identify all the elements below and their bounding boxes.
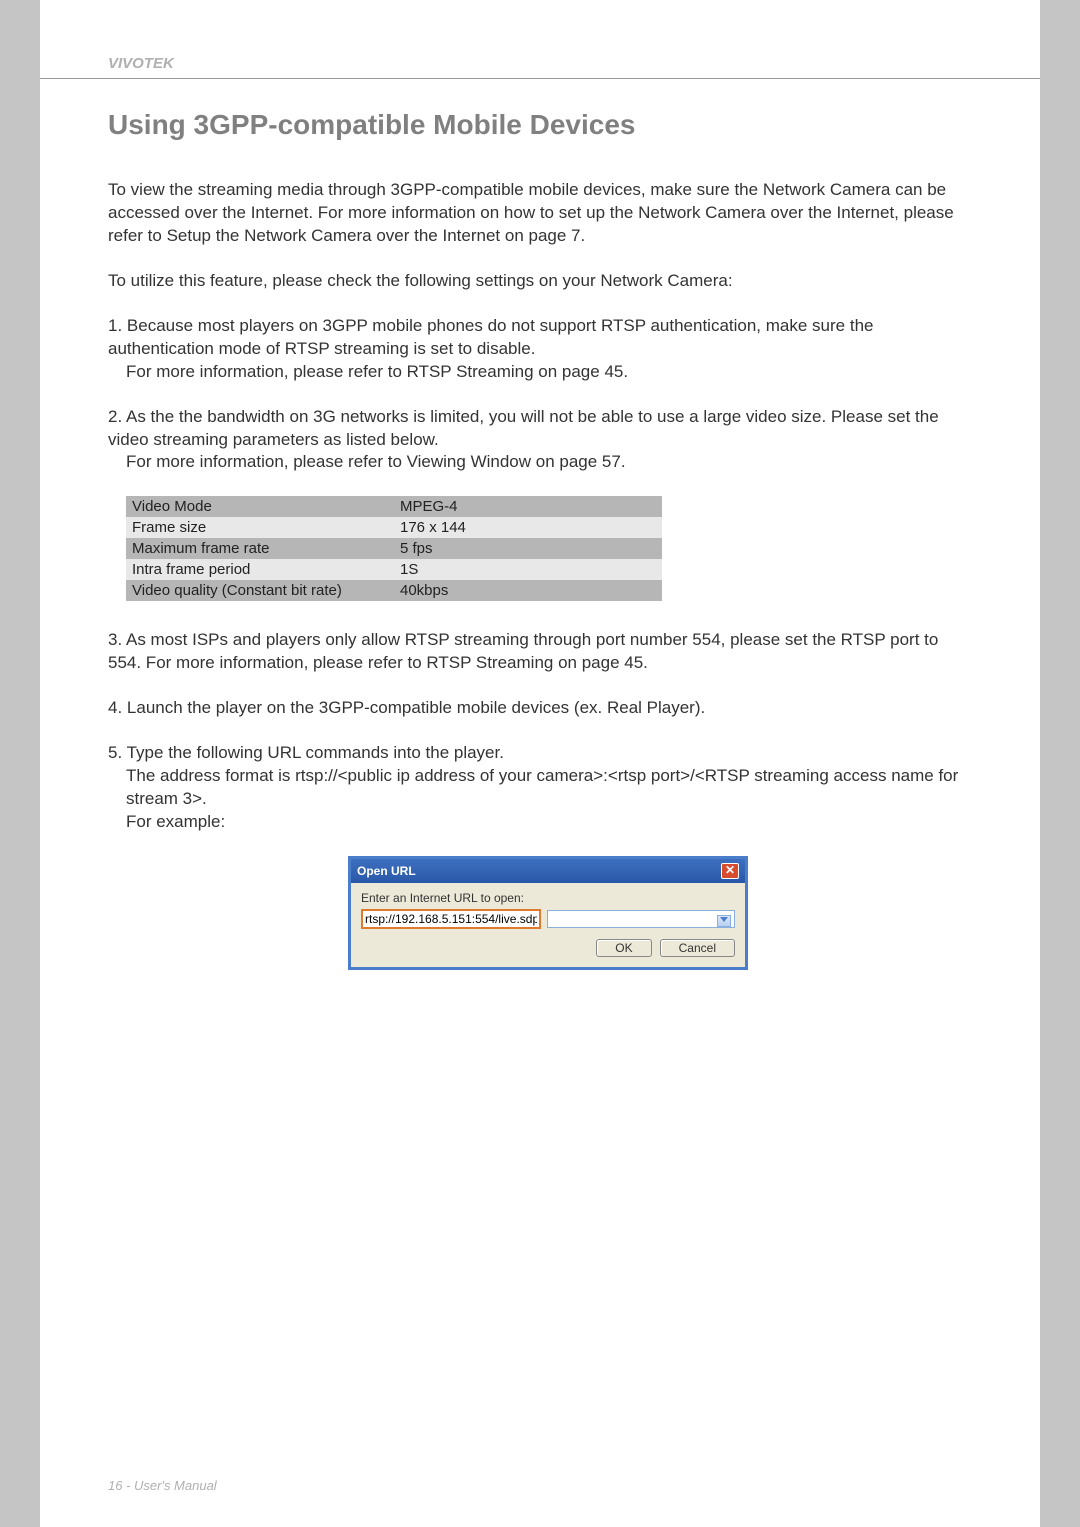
setting-value: MPEG-4: [394, 496, 662, 517]
setting-key: Intra frame period: [126, 559, 394, 580]
cancel-button[interactable]: Cancel: [660, 939, 735, 957]
step-note: For more information, please refer to RT…: [108, 361, 972, 384]
open-url-dialog: Open URL ✕ Enter an Internet URL to open…: [348, 856, 748, 970]
dialog-titlebar: Open URL ✕: [351, 859, 745, 883]
step-note: For more information, please refer to Vi…: [108, 451, 972, 474]
dialog-body: Enter an Internet URL to open: OK Cancel: [351, 883, 745, 967]
lead-paragraph: To utilize this feature, please check th…: [108, 270, 972, 293]
step-number: 1.: [108, 316, 122, 335]
step-2: 2. As the the bandwidth on 3G networks i…: [108, 406, 972, 475]
table-row: Frame size 176 x 144: [126, 517, 662, 538]
step-1: 1. Because most players on 3GPP mobile p…: [108, 315, 972, 384]
step-text-3: For example:: [108, 811, 972, 834]
page-footer: 16 - User's Manual: [108, 1478, 217, 1493]
step-text-2: The address format is rtsp://<public ip …: [108, 765, 972, 811]
step-number: 4.: [108, 698, 122, 717]
step-4: 4. Launch the player on the 3GPP-compati…: [108, 697, 972, 720]
step-number: 2.: [108, 407, 122, 426]
url-label: Enter an Internet URL to open:: [361, 891, 735, 905]
step-text: As most ISPs and players only allow RTSP…: [108, 630, 938, 672]
header-rule: [40, 78, 1040, 79]
chevron-down-icon: [720, 917, 728, 922]
table-row: Video quality (Constant bit rate) 40kbps: [126, 580, 662, 601]
ok-button[interactable]: OK: [596, 939, 651, 957]
url-input[interactable]: [361, 909, 541, 929]
dialog-title-text: Open URL: [357, 864, 416, 878]
step-text: As the the bandwidth on 3G networks is l…: [108, 407, 939, 449]
content-area: Using 3GPP-compatible Mobile Devices To …: [40, 109, 1040, 970]
setting-key: Video Mode: [126, 496, 394, 517]
setting-key: Maximum frame rate: [126, 538, 394, 559]
table-row: Maximum frame rate 5 fps: [126, 538, 662, 559]
setting-key: Frame size: [126, 517, 394, 538]
url-input-row: [361, 909, 735, 929]
step-text: Type the following URL commands into the…: [127, 743, 504, 762]
step-number: 5.: [108, 743, 122, 762]
brand-header: VIVOTEK: [40, 55, 1040, 78]
step-3: 3. As most ISPs and players only allow R…: [108, 629, 972, 675]
page-title: Using 3GPP-compatible Mobile Devices: [108, 109, 972, 141]
close-icon: ✕: [725, 863, 735, 877]
step-number: 3.: [108, 630, 122, 649]
setting-value: 176 x 144: [394, 517, 662, 538]
setting-value: 1S: [394, 559, 662, 580]
dialog-button-row: OK Cancel: [361, 939, 735, 957]
intro-paragraph: To view the streaming media through 3GPP…: [108, 179, 972, 248]
setting-value: 5 fps: [394, 538, 662, 559]
table-row: Video Mode MPEG-4: [126, 496, 662, 517]
url-dropdown[interactable]: [547, 910, 735, 928]
step-text: Launch the player on the 3GPP-compatible…: [127, 698, 705, 717]
step-text: Because most players on 3GPP mobile phon…: [108, 316, 873, 358]
setting-key: Video quality (Constant bit rate): [126, 580, 394, 601]
setting-value: 40kbps: [394, 580, 662, 601]
table-row: Intra frame period 1S: [126, 559, 662, 580]
document-page: VIVOTEK Using 3GPP-compatible Mobile Dev…: [40, 0, 1040, 1527]
step-5: 5. Type the following URL commands into …: [108, 742, 972, 834]
close-button[interactable]: ✕: [721, 863, 739, 879]
settings-table: Video Mode MPEG-4 Frame size 176 x 144 M…: [126, 496, 662, 601]
